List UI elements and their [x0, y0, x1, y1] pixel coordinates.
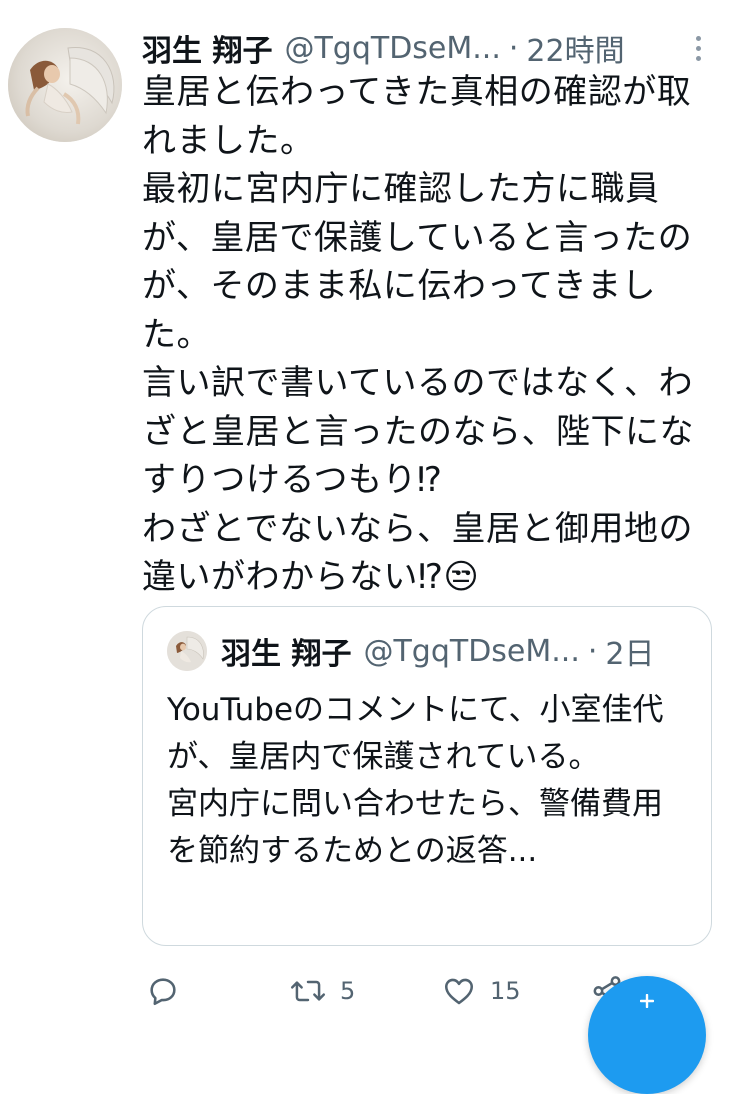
- compose-button[interactable]: [588, 976, 706, 1094]
- more-options-icon[interactable]: [688, 30, 708, 66]
- reply-button[interactable]: [146, 968, 180, 1014]
- quoted-avatar-image: [167, 631, 207, 671]
- quoted-author-name: 羽生 翔子: [221, 637, 352, 672]
- quoted-tweet[interactable]: 羽生 翔子 @TgqTDseM... · 2日 YouTubeのコメントにて、小…: [142, 606, 712, 946]
- like-button[interactable]: 15: [442, 968, 521, 1014]
- timestamp[interactable]: 22時間: [526, 26, 624, 70]
- quoted-tweet-header: 羽生 翔子 @TgqTDseM... · 2日: [167, 629, 697, 673]
- retweet-icon: [290, 980, 326, 1002]
- separator-dot: ·: [587, 633, 598, 669]
- retweet-button[interactable]: 5: [290, 968, 355, 1014]
- author-name[interactable]: 羽生 翔子: [142, 26, 272, 70]
- tweet-text: 皇居と伝わってきた真相の確認が取れました。 最初に宮内庁に確認した方に職員が、皇…: [142, 72, 694, 597]
- avatar[interactable]: [8, 28, 122, 142]
- quoted-tweet-text: YouTubeのコメントにて、小室佳代が、皇居内で保護されている。 宮内庁に問い…: [167, 692, 664, 869]
- tweet-header: 羽生 翔子 @TgqTDseM... · 22時間: [142, 26, 722, 70]
- heart-icon: [444, 978, 474, 1005]
- author-handle[interactable]: @TgqTDseM...: [284, 31, 500, 66]
- like-count: 15: [490, 977, 521, 1005]
- reply-icon: [150, 978, 176, 1006]
- quoted-timestamp: 2日: [605, 637, 655, 672]
- quoted-avatar: [167, 631, 207, 671]
- retweet-count: 5: [340, 977, 356, 1005]
- separator-dot: ·: [508, 30, 519, 66]
- quoted-author-handle: @TgqTDseM...: [363, 633, 580, 669]
- plus-icon: [640, 994, 654, 1008]
- avatar-angel-image: [8, 28, 122, 142]
